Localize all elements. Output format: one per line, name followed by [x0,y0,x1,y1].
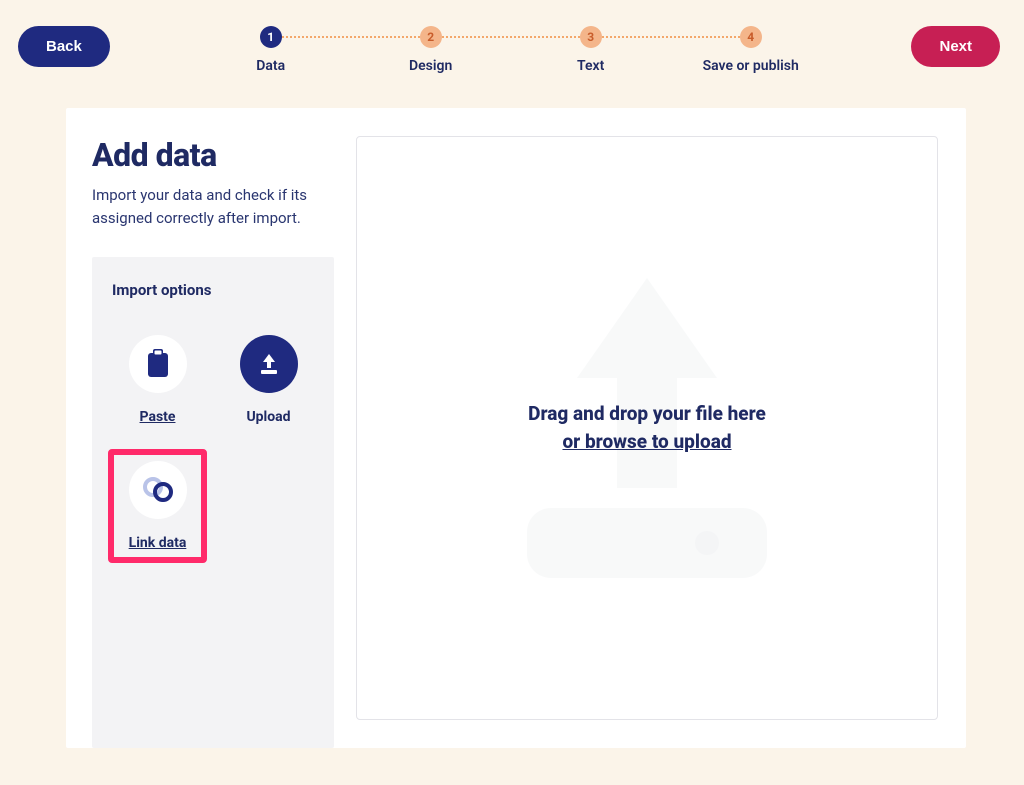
step-label: Text [577,58,604,74]
option-label: Upload [246,409,290,425]
option-link-data[interactable]: Link data [108,449,207,563]
next-button[interactable]: Next [911,26,1000,67]
dropzone-text: Drag and drop your file here or browse t… [528,400,766,457]
clipboard-icon [145,349,171,379]
paste-icon-circle [129,335,187,393]
upload-icon-circle [240,335,298,393]
dropzone-container: Drag and drop your file here or browse t… [334,108,966,748]
option-label: Link data [129,535,187,551]
step-label: Save or publish [703,58,799,74]
step-number: 3 [580,26,602,48]
file-dropzone[interactable]: Drag and drop your file here or browse t… [356,136,938,720]
option-label: Paste [140,409,176,425]
dropzone-browse-link[interactable]: or browse to upload [528,428,766,457]
step-number: 2 [420,26,442,48]
dropzone-line1: Drag and drop your file here [528,400,766,429]
link-icon [141,477,175,503]
step-data[interactable]: 1 Data [191,26,351,74]
step-number: 1 [260,26,282,48]
upload-icon [255,350,283,378]
page-title: Add data [92,136,334,174]
option-upload[interactable]: Upload [219,323,318,437]
step-label: Design [409,58,452,74]
back-button[interactable]: Back [18,26,110,67]
import-options-box: Import options Paste [92,257,334,748]
step-text[interactable]: 3 Text [511,26,671,74]
main-panel: Add data Import your data and check if i… [66,108,966,748]
import-options-title: Import options [112,281,318,299]
step-label: Data [256,58,285,74]
option-paste[interactable]: Paste [108,323,207,437]
stepper: 1 Data 2 Design 3 Text 4 Save or publish [134,26,888,74]
step-design[interactable]: 2 Design [351,26,511,74]
page-subtitle: Import your data and check if its assign… [92,184,334,229]
link-icon-circle [129,461,187,519]
left-column: Add data Import your data and check if i… [66,108,334,748]
step-number: 4 [740,26,762,48]
step-save[interactable]: 4 Save or publish [671,26,831,74]
